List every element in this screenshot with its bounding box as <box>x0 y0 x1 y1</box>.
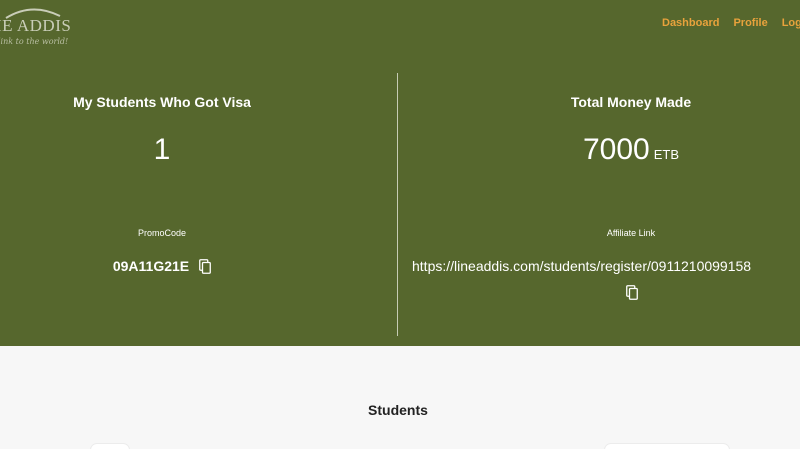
copy-icon[interactable] <box>199 258 212 274</box>
money-amount: 7000 <box>582 133 650 166</box>
visa-stat-title: My Students Who Got Visa <box>73 94 251 110</box>
hero-panel: IE ADDIS link to the world! Dashboard Pr… <box>0 0 800 346</box>
logo-text: IE ADDIS <box>0 16 72 35</box>
visa-stat-value: 1 <box>153 133 171 166</box>
column-divider <box>397 73 398 336</box>
students-section-title: Students <box>368 402 428 418</box>
student-card[interactable] <box>90 443 130 449</box>
money-stat-title: Total Money Made <box>570 94 692 110</box>
affiliate-link-label: Affiliate Link <box>606 228 656 238</box>
money-unit: ETB <box>653 147 680 162</box>
promo-code-value: 09A11G21E <box>112 258 190 274</box>
nav-profile-link[interactable]: Profile <box>733 17 767 29</box>
copy-icon[interactable] <box>626 285 638 300</box>
logo-tagline: link to the world! <box>0 37 69 46</box>
student-card[interactable] <box>604 443 730 449</box>
promo-code-label: PromoCode <box>137 228 187 238</box>
affiliate-link-url[interactable]: https://lineaddis.com/students/register/… <box>412 258 751 274</box>
nav-logout-link[interactable]: Log Out <box>782 17 800 29</box>
promo-code-row: 09A11G21E <box>0 258 324 274</box>
nav-dashboard-link[interactable]: Dashboard <box>662 17 719 29</box>
logo[interactable]: IE ADDIS link to the world! <box>0 4 76 48</box>
top-nav: Dashboard Profile Log Out <box>662 17 800 29</box>
money-stat-value: 7000 ETB <box>432 133 800 167</box>
